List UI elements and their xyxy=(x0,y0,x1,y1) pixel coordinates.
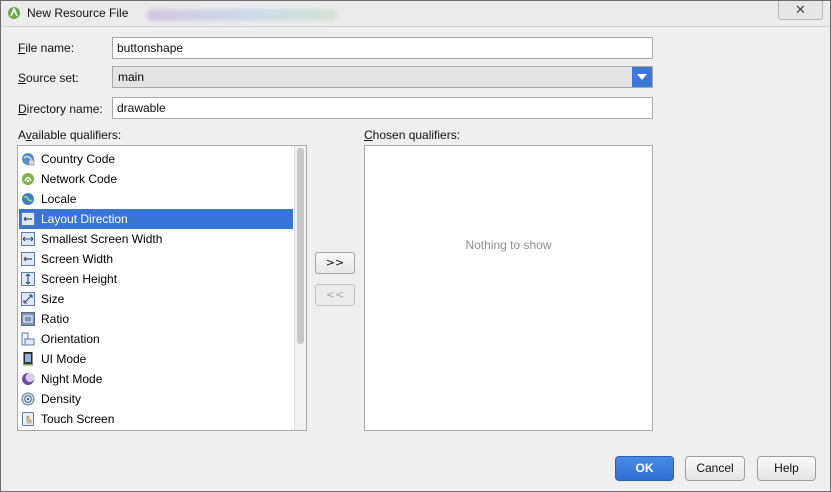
source-set-select[interactable]: main xyxy=(112,66,653,88)
list-item[interactable]: Country Code xyxy=(19,149,293,169)
locale-icon xyxy=(22,193,34,205)
android-studio-icon xyxy=(8,6,20,19)
available-qualifiers-list[interactable]: Country Code Network Code Locale Layout … xyxy=(17,145,307,431)
available-qualifiers-label: Available qualifiers: xyxy=(18,128,122,142)
country-code-icon xyxy=(22,153,35,166)
touch-screen-icon xyxy=(22,412,34,426)
list-item[interactable]: Network Code xyxy=(19,169,293,189)
file-name-label: File name: xyxy=(18,41,75,55)
dropdown-button[interactable] xyxy=(632,67,652,87)
list-item[interactable]: Night Mode xyxy=(19,369,293,389)
chosen-qualifiers-list[interactable]: Nothing to show xyxy=(364,145,653,431)
source-set-value: main xyxy=(118,70,145,84)
list-item[interactable]: Screen Width xyxy=(19,249,293,269)
ok-button[interactable]: OK xyxy=(615,456,674,481)
directory-name-value: drawable xyxy=(117,101,166,115)
list-item[interactable]: Density xyxy=(19,389,293,409)
ui-mode-icon xyxy=(23,352,33,366)
list-item[interactable]: Locale xyxy=(19,189,293,209)
smallest-screen-width-icon xyxy=(21,232,35,246)
chosen-qualifiers-label: Chosen qualifiers: xyxy=(364,128,461,142)
layout-direction-icon xyxy=(21,212,35,226)
file-name-value: buttonshape xyxy=(117,41,184,55)
size-icon xyxy=(21,292,35,306)
network-code-icon xyxy=(22,173,34,185)
ratio-icon xyxy=(21,312,35,326)
directory-name-field[interactable]: drawable xyxy=(112,97,653,119)
new-resource-file-dialog: New Resource File ✕ File name: buttonsha… xyxy=(0,0,831,492)
window-title: New Resource File xyxy=(27,6,129,20)
empty-list-text: Nothing to show xyxy=(465,238,552,252)
list-item[interactable]: UI Mode xyxy=(19,349,293,369)
list-item[interactable]: Size xyxy=(19,289,293,309)
screen-width-icon xyxy=(21,252,35,266)
list-item[interactable]: Orientation xyxy=(19,329,293,349)
blurred-background-text xyxy=(147,9,337,21)
screen-height-icon xyxy=(21,272,35,286)
list-item[interactable]: Screen Height xyxy=(19,269,293,289)
scrollbar-thumb[interactable] xyxy=(297,148,304,344)
directory-name-label: Directory name: xyxy=(18,102,103,116)
list-item[interactable]: Touch Screen xyxy=(19,409,293,429)
vertical-scrollbar[interactable] xyxy=(294,146,306,430)
title-bar[interactable]: New Resource File ✕ xyxy=(1,1,830,27)
file-name-field[interactable]: buttonshape xyxy=(112,37,653,59)
cancel-button[interactable]: Cancel xyxy=(685,456,745,481)
list-item[interactable]: Ratio xyxy=(19,309,293,329)
chevron-down-icon xyxy=(637,74,647,80)
list-item[interactable]: Layout Direction xyxy=(19,209,293,229)
density-icon xyxy=(21,392,35,406)
remove-qualifier-button[interactable]: << xyxy=(315,284,355,306)
help-button[interactable]: Help xyxy=(757,456,816,481)
night-mode-icon xyxy=(22,373,35,385)
orientation-icon xyxy=(21,332,35,346)
source-set-label: Source set: xyxy=(18,71,79,85)
close-button[interactable]: ✕ xyxy=(778,1,823,20)
add-qualifier-button[interactable]: >> xyxy=(315,252,355,274)
list-item[interactable]: Smallest Screen Width xyxy=(19,229,293,249)
